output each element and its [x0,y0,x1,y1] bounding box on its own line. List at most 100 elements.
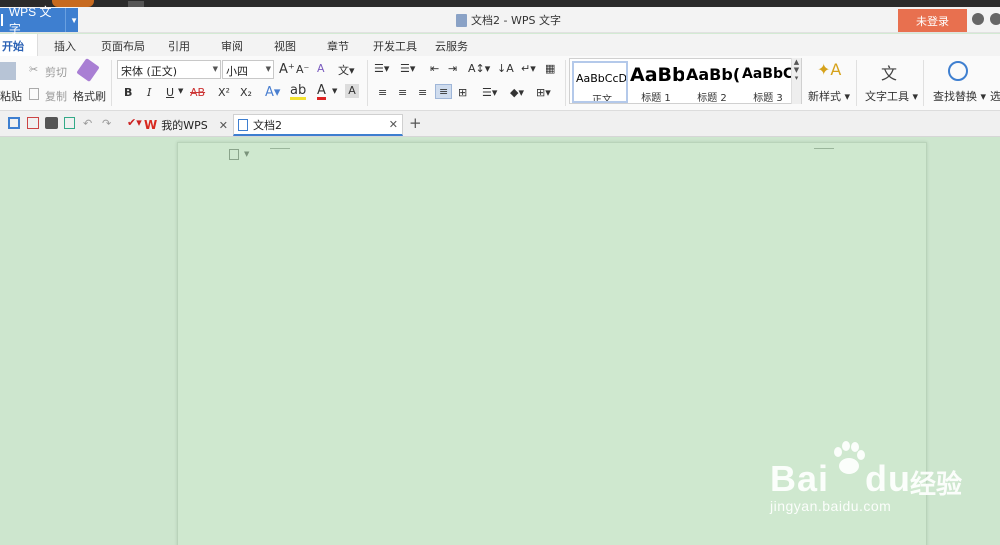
tab-developer[interactable]: 开发工具 [373,38,417,54]
tab-insert[interactable]: 插入 [54,38,76,54]
divider [111,60,112,106]
char-shading-icon[interactable]: A [345,84,359,98]
numbered-list-icon[interactable]: ☰▾ [400,62,415,75]
chevron-down-icon[interactable]: ▼ [65,8,78,32]
font-color-icon[interactable]: A [317,84,326,100]
margin-corner-mark [814,143,834,149]
style-heading-2[interactable]: AaBb( 标题 2 [684,61,740,103]
tab-chapter[interactable]: 章节 [327,38,349,54]
undo-icon[interactable]: ↶ [83,117,92,130]
italic-button[interactable]: I [147,86,151,99]
strikethrough-button[interactable]: AB [190,86,205,99]
watermark-brand-1: Bai [770,458,830,499]
justify-icon[interactable]: ≡ [435,84,453,99]
window-title: 文档2 - WPS 文字 [456,12,561,28]
new-style-icon: ✦A [817,60,842,79]
skin-icon[interactable] [972,13,984,25]
search-icon [948,61,968,81]
copy-button[interactable]: 复制 [45,88,67,104]
distributed-icon[interactable]: ⊞ [458,86,467,99]
doc-tab-document2[interactable]: 文档2 ✕ [233,114,403,136]
export-pdf-icon[interactable] [27,117,39,129]
help-icon[interactable] [990,13,1000,25]
line-spacing-icon[interactable]: ☰▾ [482,86,497,99]
font-name-select[interactable]: 宋体 (正文) ▼ [117,60,221,79]
doc-tab-label: 文档2 [253,118,282,132]
bold-button[interactable]: B [124,86,132,99]
watermark-jingyan: 经验 [910,469,963,499]
paragraph-options-icon[interactable] [229,149,239,160]
highlight-icon[interactable]: ab [290,84,307,100]
subscript-button[interactable]: X₂ [240,86,252,99]
paste-icon[interactable] [0,62,16,80]
tab-references[interactable]: 引用 [168,38,190,54]
tab-page-layout[interactable]: 页面布局 [101,38,145,54]
document-icon [456,13,467,27]
new-tab-icon[interactable]: + [409,114,422,132]
shading-icon[interactable]: ◆▾ [510,86,524,99]
increase-indent-icon[interactable]: ⇥ [448,62,457,75]
customize-icon[interactable]: ✔▾ [127,116,142,129]
new-style-button[interactable]: 新样式 ▾ [808,88,850,104]
style-normal[interactable]: AaBbCcDd 正文 [572,61,628,103]
doc-tab-my-wps[interactable]: W 我的WPS ✕ [144,114,232,136]
decrease-indent-icon[interactable]: ⇤ [430,62,439,75]
close-icon[interactable]: ✕ [215,119,232,132]
document-icon [238,118,248,131]
baidu-jingyan-watermark: Bai du 经验 jingyan.baidu.com [770,440,990,530]
redo-icon[interactable]: ↷ [102,117,111,130]
chevron-down-icon[interactable]: ▼ [178,87,183,95]
text-tools-label: 文字工具 [865,90,909,103]
superscript-button[interactable]: X² [218,86,230,99]
style-preview: AaBb [630,64,684,86]
paste-button[interactable]: 粘贴 [0,88,22,104]
cut-button[interactable]: 剪切 [45,64,67,80]
bullet-list-icon[interactable]: ☰▾ [374,62,389,75]
align-right-icon[interactable]: ≡ [418,86,427,99]
print-preview-icon[interactable] [64,117,75,129]
styles-scroll[interactable]: ▲ ▼ ▾ [791,58,801,104]
format-painter-button[interactable]: 格式刷 [73,88,106,104]
watermark-url: jingyan.baidu.com [770,498,892,514]
pinyin-guide-icon[interactable]: 文▾ [338,62,355,78]
underline-button[interactable]: U [166,86,174,99]
char-scale-icon[interactable]: A↕▾ [468,62,490,75]
app-menu-icon [1,14,3,26]
text-effect-icon[interactable]: A▾ [265,85,280,100]
align-center-icon[interactable]: ≡ [398,86,407,99]
os-taskbar-strip [0,0,1000,7]
style-heading-1[interactable]: AaBb 标题 1 [628,61,684,103]
save-icon[interactable] [8,117,20,129]
tab-review[interactable]: 审阅 [221,38,243,54]
font-name-value: 宋体 (正文) [121,65,178,78]
style-label: 标题 2 [697,93,727,103]
chevron-down-icon[interactable]: ▼ [332,87,337,95]
tab-home[interactable]: 开始 [0,34,38,56]
find-replace-button[interactable]: 查找替换 ▾ [933,88,986,104]
doc-tab-label: 我的WPS [161,119,208,132]
table-border-icon[interactable]: ▦ [545,62,555,75]
quick-access-bar: ↶ ↷ ✔▾ W 我的WPS ✕ 文档2 ✕ + [0,111,1000,137]
copy-icon [29,88,39,100]
show-marks-icon[interactable]: ↵▾ [521,62,536,75]
close-icon[interactable]: ✕ [385,118,402,131]
margin-corner-mark [270,143,290,149]
style-heading-3[interactable]: AaBbC 标题 3 [740,61,796,103]
align-left-icon[interactable]: ≡ [378,86,387,99]
select-button[interactable]: 选 [990,88,1000,104]
style-label: 标题 3 [753,93,783,103]
grow-font-icon[interactable]: A⁺ [279,62,295,77]
font-size-select[interactable]: 小四 ▼ [222,60,274,79]
text-tools-button[interactable]: 文字工具 ▾ [865,88,918,104]
tab-cloud-services[interactable]: 云服务 [435,38,468,54]
print-icon[interactable] [45,117,58,129]
login-button[interactable]: 未登录 [898,9,967,32]
wps-app-menu[interactable]: WPS 文字 ▼ [0,5,78,36]
shrink-font-icon[interactable]: A⁻ [296,63,309,76]
chevron-down-icon[interactable]: ▼ [244,150,249,158]
sort-icon[interactable]: ↓A [497,62,514,75]
clear-format-icon[interactable]: A [317,62,325,75]
title-bar: WPS 文字 ▼ 文档2 - WPS 文字 未登录 [0,5,1000,36]
tab-view[interactable]: 视图 [274,38,296,54]
borders-icon[interactable]: ⊞▾ [536,86,551,99]
